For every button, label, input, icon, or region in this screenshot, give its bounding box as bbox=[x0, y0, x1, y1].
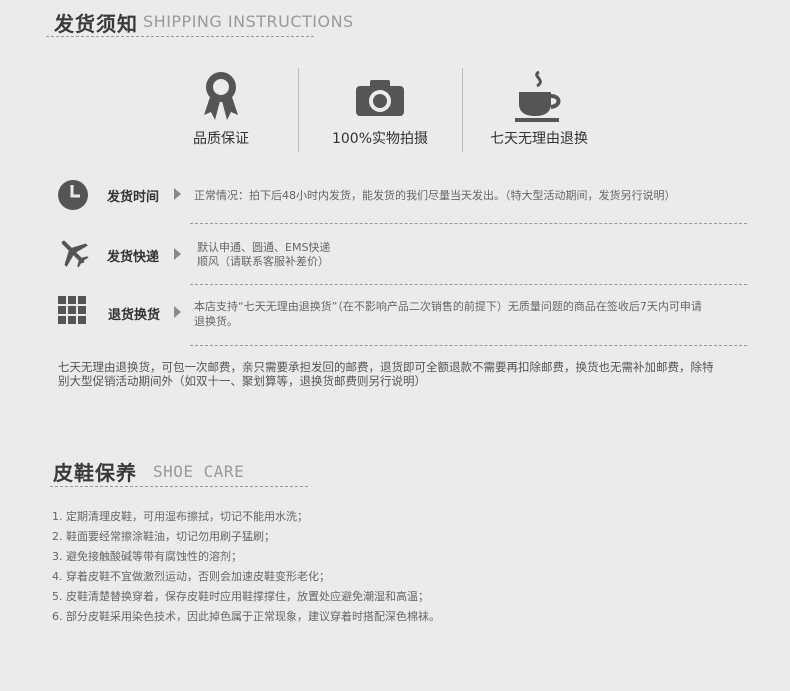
care-header-divider bbox=[50, 486, 308, 487]
row-divider bbox=[190, 284, 747, 285]
care-item: 6. 部分皮鞋采用染色技术，因此掉色属于正常现象，建议穿着时搭配深色棉袜。 bbox=[52, 610, 440, 623]
shipping-section-title: 发货须知 bbox=[54, 12, 138, 36]
guarantee-quality: 品质保证 bbox=[151, 70, 291, 148]
airplane-icon bbox=[55, 234, 91, 270]
guarantee-real-photo: 100%实物拍摄 bbox=[310, 70, 450, 148]
clock-icon bbox=[55, 177, 91, 213]
award-ribbon-icon bbox=[151, 70, 291, 126]
return-shipping-note-line1: 七天无理由退换货，可包一次邮费，亲只需要承担发回的邮费，退货即可全额退款不需要再… bbox=[58, 360, 714, 374]
returns-arrow bbox=[174, 306, 181, 318]
care-item: 3. 避免接触酸碱等带有腐蚀性的溶剂； bbox=[52, 550, 242, 563]
return-shipping-note-line2: 别大型促销活动期间外（如双十一、聚划算等，退换货邮费则另行说明） bbox=[58, 374, 426, 388]
care-list: 1. 定期清理皮鞋，可用湿布擦拭，切记不能用水洗； 2. 鞋面要经常擦涂鞋油，切… bbox=[52, 507, 440, 627]
shipping-header-divider bbox=[46, 36, 314, 37]
grid-icon bbox=[54, 292, 90, 328]
guarantee-seven-day-return: 七天无理由退换 bbox=[469, 70, 609, 148]
shipping-time-arrow bbox=[174, 188, 181, 200]
coffee-cup-icon bbox=[469, 70, 609, 126]
guarantee-seven-day-return-label: 七天无理由退换 bbox=[490, 131, 588, 147]
shipping-section-subtitle: SHIPPING INSTRUCTIONS bbox=[143, 12, 354, 31]
care-section-subtitle: SHOE CARE bbox=[153, 462, 245, 481]
returns-text-line1: 本店支持“七天无理由退换货”（在不影响产品二次销售的前提下）无质量问题的商品在签… bbox=[194, 300, 702, 313]
guarantee-divider bbox=[298, 68, 299, 152]
courier-arrow bbox=[174, 248, 181, 260]
care-item: 1. 定期清理皮鞋，可用湿布擦拭，切记不能用水洗； bbox=[52, 510, 308, 523]
shipping-time-text: 正常情况：拍下后48小时内发货，能发货的我们尽量当天发出。（特大型活动期间，发货… bbox=[194, 189, 676, 202]
guarantee-divider bbox=[462, 68, 463, 152]
guarantee-quality-label: 品质保证 bbox=[193, 131, 249, 147]
row-divider bbox=[190, 223, 747, 224]
care-item: 4. 穿着皮鞋不宜做激烈运动，否则会加速皮鞋变形老化； bbox=[52, 570, 330, 583]
courier-title: 发货快递 bbox=[107, 250, 160, 265]
returns-text-line2: 退换货。 bbox=[194, 315, 238, 328]
guarantee-real-photo-label: 100%实物拍摄 bbox=[331, 131, 429, 147]
shipping-time-title: 发货时间 bbox=[107, 190, 160, 205]
row-divider bbox=[190, 345, 747, 346]
care-item: 2. 鞋面要经常擦涂鞋油，切记勿用刷子猛刷； bbox=[52, 530, 275, 543]
care-item: 5. 皮鞋清楚替换穿着，保存皮鞋时应用鞋撑撑住，放置处应避免潮湿和高温； bbox=[52, 590, 429, 603]
returns-title: 退货换货 bbox=[108, 308, 161, 323]
care-section-title: 皮鞋保养 bbox=[53, 461, 137, 485]
courier-text-line2: 顺风（请联系客服补差价） bbox=[197, 255, 329, 268]
courier-text-line1: 默认申通、圆通、EMS快递 bbox=[197, 241, 331, 254]
camera-icon bbox=[310, 70, 450, 126]
